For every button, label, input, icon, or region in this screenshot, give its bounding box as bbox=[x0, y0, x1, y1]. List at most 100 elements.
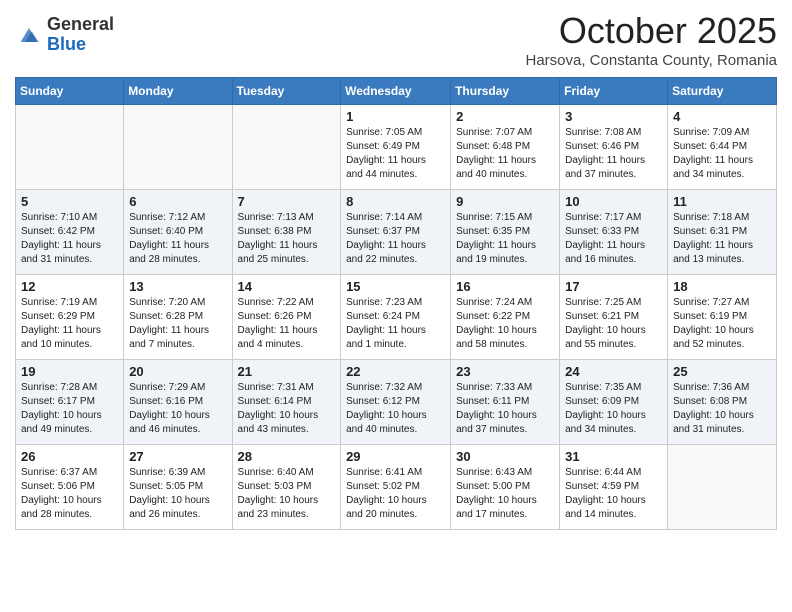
day-info: Sunrise: 7:12 AM Sunset: 6:40 PM Dayligh… bbox=[129, 211, 226, 267]
day-info: Sunrise: 7:20 AM Sunset: 6:28 PM Dayligh… bbox=[129, 296, 226, 352]
calendar-header-row: Sunday Monday Tuesday Wednesday Thursday… bbox=[16, 78, 777, 105]
day-info: Sunrise: 6:39 AM Sunset: 5:05 PM Dayligh… bbox=[129, 466, 226, 522]
logo-general-text: General bbox=[47, 15, 114, 35]
day-info: Sunrise: 7:32 AM Sunset: 6:12 PM Dayligh… bbox=[346, 381, 445, 437]
table-row: 6Sunrise: 7:12 AM Sunset: 6:40 PM Daylig… bbox=[124, 190, 232, 275]
day-number: 31 bbox=[565, 449, 662, 464]
day-info: Sunrise: 7:35 AM Sunset: 6:09 PM Dayligh… bbox=[565, 381, 662, 437]
table-row: 9Sunrise: 7:15 AM Sunset: 6:35 PM Daylig… bbox=[451, 190, 560, 275]
day-info: Sunrise: 7:05 AM Sunset: 6:49 PM Dayligh… bbox=[346, 126, 445, 182]
table-row: 14 Sunrise: 7:22 AM Sunset: 6:26 PM Dayli… bbox=[232, 275, 341, 360]
table-row: 29Sunrise: 6:41 AM Sunset: 5:02 PM Dayli… bbox=[341, 445, 451, 530]
day-number: 8 bbox=[346, 194, 445, 209]
day-info: Sunrise: 7:24 AM Sunset: 6:22 PM Dayligh… bbox=[456, 296, 554, 352]
day-info: Sunrise: 7:07 AM Sunset: 6:48 PM Dayligh… bbox=[456, 126, 554, 182]
title-block: October 2025 Harsova, Constanta County, … bbox=[525, 10, 777, 69]
table-row bbox=[16, 105, 124, 190]
day-number: 16 bbox=[456, 279, 554, 294]
day-number: 22 bbox=[346, 364, 445, 379]
day-info: Sunrise: 7:13 AM Sunset: 6:38 PM Dayligh… bbox=[238, 211, 336, 267]
table-row: 5Sunrise: 7:10 AM Sunset: 6:42 PM Daylig… bbox=[16, 190, 124, 275]
day-number: 7 bbox=[238, 194, 336, 209]
logo-text: General Blue bbox=[47, 15, 114, 55]
table-row: 3Sunrise: 7:08 AM Sunset: 6:46 PM Daylig… bbox=[560, 105, 668, 190]
table-row bbox=[232, 105, 341, 190]
table-row: 16 Sunrise: 7:24 AM Sunset: 6:22 PM Dayli… bbox=[451, 275, 560, 360]
col-sunday: Sunday bbox=[16, 78, 124, 105]
table-row: 12Sunrise: 7:19 AM Sunset: 6:29 PM Dayli… bbox=[16, 275, 124, 360]
day-number: 23 bbox=[456, 364, 554, 379]
day-number: 25 bbox=[673, 364, 771, 379]
day-info: Sunrise: 7:36 AM Sunset: 6:08 PM Dayligh… bbox=[673, 381, 771, 437]
table-row: 28Sunrise: 6:40 AM Sunset: 5:03 PM Dayli… bbox=[232, 445, 341, 530]
day-number: 20 bbox=[129, 364, 226, 379]
page: General Blue October 2025 Harsova, Const… bbox=[0, 0, 792, 545]
header: General Blue October 2025 Harsova, Const… bbox=[15, 10, 777, 69]
table-row: 7 Sunrise: 7:13 AM Sunset: 6:38 PM Daylig… bbox=[232, 190, 341, 275]
table-row: 18 Sunrise: 7:27 AM Sunset: 6:19 PM Dayli… bbox=[668, 275, 777, 360]
day-info: Sunrise: 7:31 AM Sunset: 6:14 PM Dayligh… bbox=[238, 381, 336, 437]
logo: General Blue bbox=[15, 15, 114, 55]
day-number: 21 bbox=[238, 364, 336, 379]
col-monday: Monday bbox=[124, 78, 232, 105]
day-info: Sunrise: 7:17 AM Sunset: 6:33 PM Dayligh… bbox=[565, 211, 662, 267]
month-title: October 2025 bbox=[525, 10, 777, 52]
day-number: 9 bbox=[456, 194, 554, 209]
logo-blue-text: Blue bbox=[47, 35, 114, 55]
col-wednesday: Wednesday bbox=[341, 78, 451, 105]
day-info: Sunrise: 6:43 AM Sunset: 5:00 PM Dayligh… bbox=[456, 466, 554, 522]
day-info: Sunrise: 7:14 AM Sunset: 6:37 PM Dayligh… bbox=[346, 211, 445, 267]
table-row: 24 Sunrise: 7:35 AM Sunset: 6:09 PM Dayli… bbox=[560, 360, 668, 445]
table-row: 8 Sunrise: 7:14 AM Sunset: 6:37 PM Daylig… bbox=[341, 190, 451, 275]
table-row: 30Sunrise: 6:43 AM Sunset: 5:00 PM Dayli… bbox=[451, 445, 560, 530]
table-row: 1Sunrise: 7:05 AM Sunset: 6:49 PM Daylig… bbox=[341, 105, 451, 190]
day-info: Sunrise: 7:10 AM Sunset: 6:42 PM Dayligh… bbox=[21, 211, 118, 267]
table-row bbox=[124, 105, 232, 190]
day-number: 14 bbox=[238, 279, 336, 294]
table-row: 23 Sunrise: 7:33 AM Sunset: 6:11 PM Dayli… bbox=[451, 360, 560, 445]
table-row: 21 Sunrise: 7:31 AM Sunset: 6:14 PM Dayli… bbox=[232, 360, 341, 445]
table-row: 26Sunrise: 6:37 AM Sunset: 5:06 PM Dayli… bbox=[16, 445, 124, 530]
calendar-table: Sunday Monday Tuesday Wednesday Thursday… bbox=[15, 77, 777, 530]
col-tuesday: Tuesday bbox=[232, 78, 341, 105]
day-number: 28 bbox=[238, 449, 336, 464]
day-number: 11 bbox=[673, 194, 771, 209]
location: Harsova, Constanta County, Romania bbox=[525, 52, 777, 69]
table-row: 22 Sunrise: 7:32 AM Sunset: 6:12 PM Dayli… bbox=[341, 360, 451, 445]
table-row: 17Sunrise: 7:25 AM Sunset: 6:21 PM Dayli… bbox=[560, 275, 668, 360]
generalblue-icon bbox=[15, 21, 43, 49]
day-info: Sunrise: 7:25 AM Sunset: 6:21 PM Dayligh… bbox=[565, 296, 662, 352]
col-thursday: Thursday bbox=[451, 78, 560, 105]
day-number: 18 bbox=[673, 279, 771, 294]
day-info: Sunrise: 7:09 AM Sunset: 6:44 PM Dayligh… bbox=[673, 126, 771, 182]
table-row: 10 Sunrise: 7:17 AM Sunset: 6:33 PM Dayli… bbox=[560, 190, 668, 275]
table-row: 15 Sunrise: 7:23 AM Sunset: 6:24 PM Dayli… bbox=[341, 275, 451, 360]
table-row bbox=[668, 445, 777, 530]
day-info: Sunrise: 7:33 AM Sunset: 6:11 PM Dayligh… bbox=[456, 381, 554, 437]
table-row: 2 Sunrise: 7:07 AM Sunset: 6:48 PM Daylig… bbox=[451, 105, 560, 190]
day-info: Sunrise: 7:27 AM Sunset: 6:19 PM Dayligh… bbox=[673, 296, 771, 352]
table-row: 27 Sunrise: 6:39 AM Sunset: 5:05 PM Dayli… bbox=[124, 445, 232, 530]
day-info: Sunrise: 7:22 AM Sunset: 6:26 PM Dayligh… bbox=[238, 296, 336, 352]
day-number: 15 bbox=[346, 279, 445, 294]
day-number: 13 bbox=[129, 279, 226, 294]
table-row: 25 Sunrise: 7:36 AM Sunset: 6:08 PM Dayli… bbox=[668, 360, 777, 445]
day-info: Sunrise: 7:18 AM Sunset: 6:31 PM Dayligh… bbox=[673, 211, 771, 267]
col-saturday: Saturday bbox=[668, 78, 777, 105]
day-number: 10 bbox=[565, 194, 662, 209]
day-number: 29 bbox=[346, 449, 445, 464]
day-number: 27 bbox=[129, 449, 226, 464]
day-info: Sunrise: 7:29 AM Sunset: 6:16 PM Dayligh… bbox=[129, 381, 226, 437]
day-info: Sunrise: 7:23 AM Sunset: 6:24 PM Dayligh… bbox=[346, 296, 445, 352]
calendar-week-row: 5Sunrise: 7:10 AM Sunset: 6:42 PM Daylig… bbox=[16, 190, 777, 275]
day-info: Sunrise: 7:28 AM Sunset: 6:17 PM Dayligh… bbox=[21, 381, 118, 437]
table-row: 19 Sunrise: 7:28 AM Sunset: 6:17 PM Dayli… bbox=[16, 360, 124, 445]
col-friday: Friday bbox=[560, 78, 668, 105]
calendar-week-row: 1Sunrise: 7:05 AM Sunset: 6:49 PM Daylig… bbox=[16, 105, 777, 190]
day-number: 2 bbox=[456, 109, 554, 124]
day-number: 12 bbox=[21, 279, 118, 294]
day-number: 26 bbox=[21, 449, 118, 464]
day-number: 19 bbox=[21, 364, 118, 379]
calendar-week-row: 26Sunrise: 6:37 AM Sunset: 5:06 PM Dayli… bbox=[16, 445, 777, 530]
day-number: 24 bbox=[565, 364, 662, 379]
